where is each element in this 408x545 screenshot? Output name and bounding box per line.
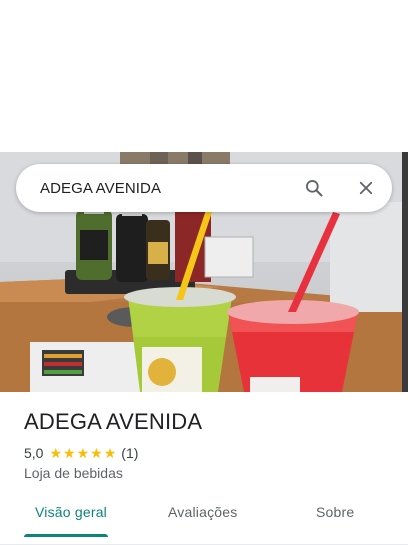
active-tab-indicator <box>24 534 108 537</box>
rating-value: 5,0 <box>24 445 44 461</box>
place-tabs: Visão geral Avaliações Sobre <box>0 490 408 545</box>
star-icon: ★ <box>63 445 76 461</box>
place-title: ADEGA AVENIDA <box>24 409 203 434</box>
review-count[interactable]: (1) <box>121 445 138 461</box>
star-icon: ★ <box>76 445 90 461</box>
tab-about[interactable]: Sobre <box>316 504 354 520</box>
rating-stars: ★ ★ ★ ★ ★ <box>49 446 117 460</box>
star-icon: ★ <box>103 445 117 461</box>
star-icon: ★ <box>49 445 63 461</box>
close-icon <box>359 181 373 195</box>
search-icon <box>306 180 323 197</box>
star-icon: ★ <box>90 445 103 461</box>
tab-overview[interactable]: Visão geral <box>35 504 107 520</box>
tab-reviews[interactable]: Avaliações <box>168 504 237 520</box>
clear-search-button[interactable] <box>346 168 386 208</box>
search-bar[interactable]: ADEGA AVENIDA <box>16 164 392 212</box>
rating-row[interactable]: 5,0 ★ ★ ★ ★ ★ (1) <box>24 444 138 462</box>
search-input[interactable]: ADEGA AVENIDA <box>40 180 294 197</box>
photo-edge-shadow <box>402 152 408 392</box>
place-category: Loja de bebidas <box>24 465 123 481</box>
search-button[interactable] <box>294 168 334 208</box>
